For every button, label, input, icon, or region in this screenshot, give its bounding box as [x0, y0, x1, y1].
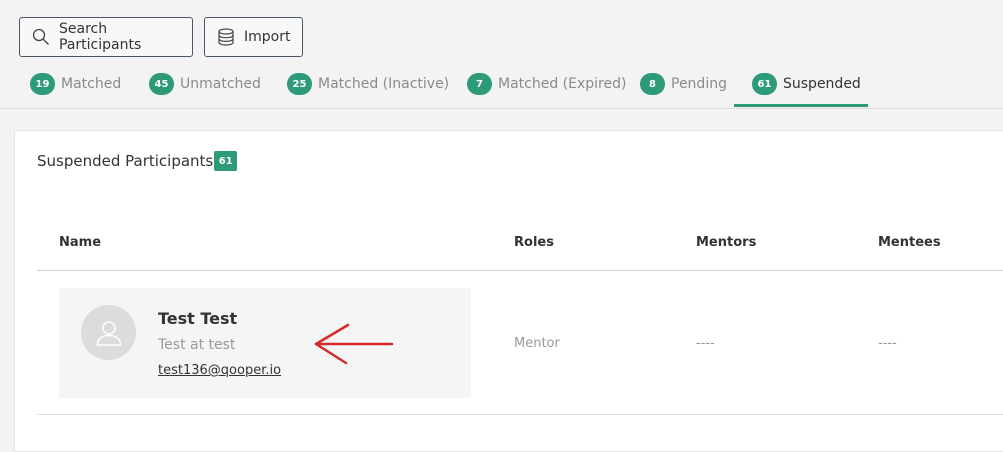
- active-tab-indicator: [734, 104, 868, 107]
- annotation-arrow-icon: [314, 323, 394, 365]
- import-button[interactable]: Import: [204, 17, 303, 57]
- search-participants-button[interactable]: Search Participants: [19, 17, 193, 57]
- row-divider: [37, 414, 1003, 415]
- participant-name[interactable]: Test Test: [158, 309, 237, 328]
- participant-email-link[interactable]: test136@qooper.io: [158, 363, 281, 378]
- database-icon: [217, 28, 235, 46]
- search-participants-label: Search Participants: [59, 21, 142, 53]
- participant-role: Mentor: [514, 336, 560, 351]
- tab-label: Unmatched: [180, 76, 261, 92]
- panel-count-badge: 61: [214, 151, 238, 171]
- panel-title-text: Suspended Participants: [37, 152, 214, 170]
- tab-count-badge: 19: [30, 73, 55, 95]
- tab-count-badge: 45: [149, 73, 174, 95]
- tab-count-badge: 25: [287, 73, 312, 95]
- column-header-mentors[interactable]: Mentors: [696, 235, 756, 250]
- column-header-name[interactable]: Name: [59, 235, 101, 250]
- avatar-placeholder-icon: [81, 305, 136, 360]
- participant-status-tabs: 19 Matched 45 Unmatched 25 Matched (Inac…: [0, 62, 1003, 109]
- tab-label: Matched (Expired): [498, 76, 627, 92]
- participant-mentors: ----: [696, 336, 715, 351]
- tab-matched-expired[interactable]: 7 Matched (Expired): [467, 62, 626, 106]
- panel-title: Suspended Participants 61: [37, 151, 238, 171]
- suspended-participants-panel: Suspended Participants 61 Name Roles Men…: [14, 130, 1003, 452]
- column-header-roles[interactable]: Roles: [514, 235, 554, 250]
- toolbar: Search Participants Import: [19, 17, 303, 57]
- tab-pending[interactable]: 8 Pending: [640, 62, 727, 106]
- import-label: Import: [244, 29, 291, 45]
- search-icon: [32, 28, 50, 46]
- participant-title: Test at test: [158, 337, 236, 353]
- tab-label: Matched: [61, 76, 122, 92]
- participant-card[interactable]: Test Test Test at test test136@qooper.io: [59, 288, 471, 398]
- tab-label: Pending: [671, 76, 727, 92]
- column-header-mentees[interactable]: Mentees: [878, 235, 941, 250]
- tab-matched-inactive[interactable]: 25 Matched (Inactive): [287, 62, 449, 106]
- tab-count-badge: 7: [467, 73, 492, 95]
- tab-unmatched[interactable]: 45 Unmatched: [149, 62, 261, 106]
- tab-count-badge: 8: [640, 73, 665, 95]
- tab-label: Matched (Inactive): [318, 76, 450, 92]
- participant-mentees: ----: [878, 336, 897, 351]
- header-divider: [37, 270, 1003, 271]
- tab-suspended[interactable]: 61 Suspended: [752, 62, 861, 106]
- tab-matched[interactable]: 19 Matched: [30, 62, 121, 106]
- tab-label: Suspended: [783, 76, 861, 92]
- tab-count-badge: 61: [752, 73, 777, 95]
